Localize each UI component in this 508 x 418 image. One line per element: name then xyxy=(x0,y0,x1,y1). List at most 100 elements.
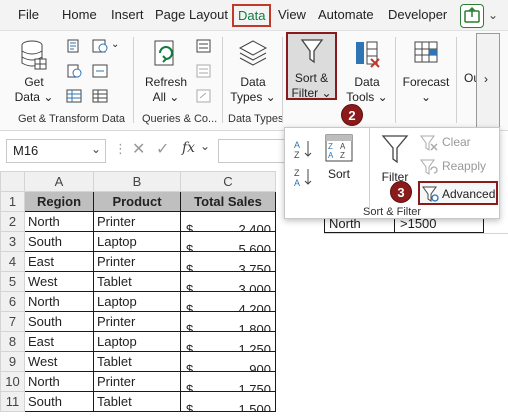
region-cell[interactable]: East xyxy=(24,331,94,352)
column-header-a[interactable]: A xyxy=(24,171,94,192)
sales-cell[interactable]: $1,500 xyxy=(180,391,276,412)
sales-cell[interactable]: $4,200 xyxy=(180,291,276,312)
row-header[interactable]: 10 xyxy=(0,371,25,392)
confirm-formula-icon[interactable]: ✓ xyxy=(156,139,169,159)
sort-ascending-icon[interactable]: A Z Z A xyxy=(293,138,315,188)
product-cell[interactable]: Printer xyxy=(93,371,181,392)
tab-data[interactable]: Data xyxy=(232,4,272,27)
row-header[interactable]: 2 xyxy=(0,211,25,232)
sales-cell[interactable]: $5,600 xyxy=(180,231,276,252)
get-data-button[interactable]: Get Data ⌄ xyxy=(10,37,58,105)
sales-cell[interactable]: $2,400 xyxy=(180,211,276,232)
advanced-filter-button[interactable]: Advanced xyxy=(418,181,498,205)
product-cell[interactable]: Tablet xyxy=(93,351,181,372)
region-cell[interactable]: North xyxy=(24,371,94,392)
data-tools-button[interactable]: Data Tools ⌄ xyxy=(343,37,391,105)
row-header[interactable]: 11 xyxy=(0,391,25,412)
cancel-formula-icon[interactable]: ✕ xyxy=(132,139,145,159)
row-header[interactable]: 4 xyxy=(0,251,25,272)
product-cell[interactable]: Laptop xyxy=(93,231,181,252)
currency-symbol: $ xyxy=(186,401,194,412)
tab-file[interactable]: File xyxy=(18,7,39,22)
data-types-icon xyxy=(238,40,268,66)
sort-filter-panel: A Z Z A Z A A Z Sort Filter Clear Reappl… xyxy=(284,127,500,219)
row-header[interactable]: 9 xyxy=(0,351,25,372)
region-cell[interactable]: South xyxy=(24,391,94,412)
refresh-all-button[interactable]: Refresh All ⌄ xyxy=(140,37,192,105)
product-cell[interactable]: Printer xyxy=(93,251,181,272)
sales-cell[interactable]: $3,750 xyxy=(180,251,276,272)
product-cell[interactable]: Tablet xyxy=(93,391,181,412)
header-cell-region[interactable]: Region xyxy=(24,191,94,212)
clear-button[interactable]: Clear xyxy=(420,133,498,153)
edit-links-icon[interactable] xyxy=(196,89,212,103)
fx-dropdown-icon[interactable]: ⌄ xyxy=(200,139,210,153)
region-cell[interactable]: East xyxy=(24,251,94,272)
ribbon-overflow-icon[interactable]: ⌄ xyxy=(488,8,498,22)
header-cell-total-sales[interactable]: Total Sales xyxy=(180,191,276,212)
sales-cell[interactable]: $1,750 xyxy=(180,371,276,392)
currency-symbol: $ xyxy=(186,361,194,372)
name-box[interactable]: M16 ⌄ xyxy=(6,139,106,163)
header-cell-product[interactable]: Product xyxy=(93,191,181,212)
filter-button[interactable]: Filter xyxy=(377,134,413,184)
data-types-label: Data xyxy=(240,75,266,89)
insert-function-icon[interactable]: fx xyxy=(182,140,195,156)
product-cell[interactable]: Laptop xyxy=(93,331,181,352)
share-button[interactable] xyxy=(460,4,484,28)
svg-text:Z: Z xyxy=(328,142,333,151)
tab-home[interactable]: Home xyxy=(62,7,97,22)
queries-table-icon[interactable] xyxy=(92,89,108,103)
select-all-corner[interactable] xyxy=(0,171,25,192)
row-header[interactable]: 8 xyxy=(0,331,25,352)
currency-symbol: $ xyxy=(186,341,194,352)
tab-developer[interactable]: Developer xyxy=(388,7,447,22)
table-row: 11 South Tablet $1,500 xyxy=(0,391,276,412)
reapply-button[interactable]: Reapply xyxy=(420,157,498,177)
product-cell[interactable]: Laptop xyxy=(93,291,181,312)
recent-sources-dropdown-icon[interactable]: ⌄ xyxy=(111,39,119,50)
region-cell[interactable]: West xyxy=(24,351,94,372)
from-text-icon[interactable] xyxy=(66,39,82,53)
sales-cell[interactable]: $1,250 xyxy=(180,331,276,352)
ribbon-scroll-right-button[interactable]: › xyxy=(476,33,500,129)
existing-connections-icon[interactable] xyxy=(92,64,108,78)
sort-filter-button[interactable]: Sort & Filter ⌄ xyxy=(286,32,337,100)
tab-insert[interactable]: Insert xyxy=(111,7,144,22)
column-header-c[interactable]: C xyxy=(180,171,276,192)
queries-connections-icon[interactable] xyxy=(196,39,212,53)
column-header-b[interactable]: B xyxy=(93,171,181,192)
row-header[interactable]: 6 xyxy=(0,291,25,312)
tab-view[interactable]: View xyxy=(278,7,306,22)
chevron-down-icon: ⌄ xyxy=(91,142,102,156)
region-cell[interactable]: South xyxy=(24,311,94,332)
sales-cell[interactable]: $1,800 xyxy=(180,311,276,332)
forecast-button[interactable]: Forecast ⌄ xyxy=(400,37,452,105)
sales-cell[interactable]: $3,000 xyxy=(180,271,276,292)
region-cell[interactable]: North xyxy=(24,211,94,232)
data-types-button[interactable]: Data Types ⌄ xyxy=(228,37,278,105)
product-cell[interactable]: Printer xyxy=(93,211,181,232)
product-cell[interactable]: Printer xyxy=(93,311,181,332)
product-cell[interactable]: Tablet xyxy=(93,271,181,292)
refresh-icon xyxy=(154,40,174,66)
region-cell[interactable]: North xyxy=(24,291,94,312)
properties-icon[interactable] xyxy=(196,64,212,78)
region-cell[interactable]: South xyxy=(24,231,94,252)
from-web-icon[interactable] xyxy=(66,64,82,78)
recent-sources-icon[interactable] xyxy=(92,39,108,53)
region-cell[interactable]: West xyxy=(24,271,94,292)
row-header[interactable]: 1 xyxy=(0,191,25,212)
from-table-icon[interactable] xyxy=(66,89,82,103)
table-row: 6 North Laptop $4,200 xyxy=(0,291,276,312)
row-header[interactable]: 5 xyxy=(0,271,25,292)
tab-page-layout[interactable]: Page Layout xyxy=(155,7,228,22)
tab-automate[interactable]: Automate xyxy=(318,7,374,22)
sales-cell[interactable]: $900 xyxy=(180,351,276,372)
row-header[interactable]: 7 xyxy=(0,311,25,332)
row-header[interactable]: 3 xyxy=(0,231,25,252)
sales-value: 5,600 xyxy=(238,241,271,252)
sort-button[interactable]: Z A A Z Sort xyxy=(323,134,357,184)
formula-input[interactable] xyxy=(218,139,288,163)
more-options-icon: ⋮ xyxy=(114,141,127,156)
